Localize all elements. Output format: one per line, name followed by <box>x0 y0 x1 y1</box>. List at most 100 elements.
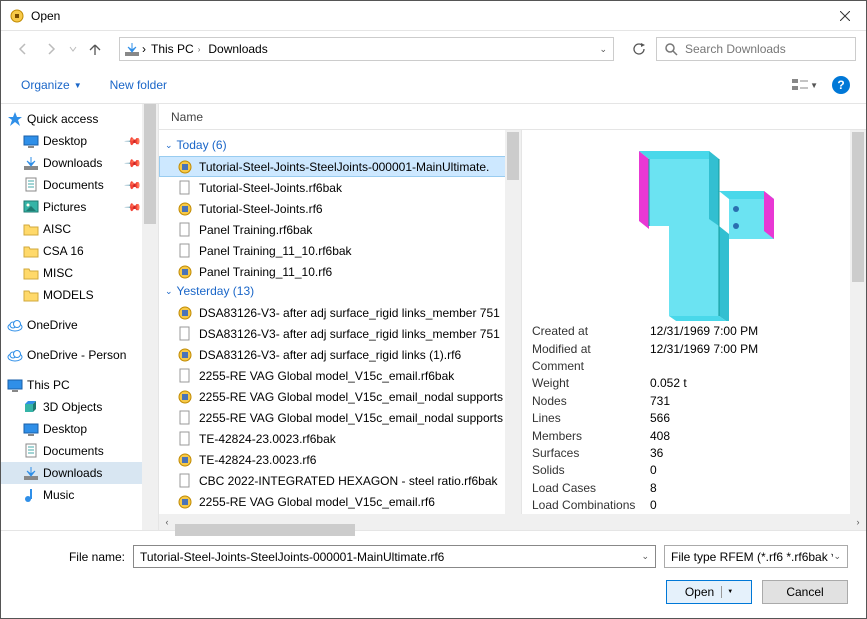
file-icon <box>177 473 193 489</box>
filename-label: File name: <box>61 550 125 564</box>
forward-button[interactable] <box>39 37 63 61</box>
chevron-down-icon[interactable]: ⌄ <box>593 44 613 55</box>
column-header-name[interactable]: Name <box>159 104 866 130</box>
tree-onedrive-personal[interactable]: OneDrive - Person <box>1 344 158 366</box>
file-item[interactable]: 2255-RE VAG Global model_V15c_email.rf6b… <box>159 365 521 386</box>
prop-loadcases: 8 <box>650 481 657 495</box>
footer: File name: Tutorial-Steel-Joints-SteelJo… <box>1 531 866 618</box>
help-button[interactable]: ? <box>832 76 850 94</box>
file-icon <box>177 222 193 238</box>
file-icon <box>177 389 193 405</box>
tree-downloads[interactable]: Downloads📌 <box>1 152 158 174</box>
search-input[interactable]: Search Downloads <box>656 37 856 61</box>
pin-icon: 📌 <box>124 132 143 151</box>
file-group[interactable]: ⌄Yesterday (13) <box>159 282 521 302</box>
file-item[interactable]: CBC 2022-INTEGRATED HEXAGON - steel rati… <box>159 470 521 491</box>
file-icon <box>177 180 193 196</box>
file-item[interactable]: Panel Training_11_10.rf6bak <box>159 240 521 261</box>
file-item[interactable]: Tutorial-Steel-Joints.rf6 <box>159 198 521 219</box>
file-icon <box>177 410 193 426</box>
up-button[interactable] <box>83 37 107 61</box>
file-icon <box>177 347 193 363</box>
tree-desktop2[interactable]: Desktop <box>1 418 158 440</box>
address-bar[interactable]: › This PC› Downloads ⌄ <box>119 37 614 61</box>
tree-pictures[interactable]: Pictures📌 <box>1 196 158 218</box>
file-list[interactable]: ⌄Today (6)Tutorial-Steel-Joints-SteelJoi… <box>159 130 521 514</box>
app-icon <box>9 8 25 24</box>
nav-toolbar: › This PC› Downloads ⌄ Search Downloads <box>1 31 866 67</box>
file-item[interactable]: TE-42824-23.0023.rf6bak <box>159 428 521 449</box>
command-bar: Organize▼ New folder ▼ ? <box>1 67 866 103</box>
open-button[interactable]: Open▼ <box>666 580 752 604</box>
prop-weight: 0.052 t <box>650 376 687 390</box>
file-icon <box>177 305 193 321</box>
file-icon <box>177 243 193 259</box>
horizontal-scrollbar[interactable]: ‹› <box>159 514 866 530</box>
tree-downloads2[interactable]: Downloads <box>1 462 158 484</box>
pin-icon: 📌 <box>124 154 143 173</box>
tree-scrollbar[interactable] <box>142 104 158 530</box>
files-scrollbar[interactable] <box>505 130 521 514</box>
nav-tree[interactable]: Quick access Desktop📌 Downloads📌 Documen… <box>1 104 159 530</box>
details-scrollbar[interactable] <box>850 130 866 514</box>
preview-thumbnail <box>522 130 866 322</box>
prop-lines: 566 <box>650 411 670 425</box>
path-this-pc[interactable]: This PC› <box>148 42 203 56</box>
tree-aisc[interactable]: AISC <box>1 218 158 240</box>
prop-surfaces: 36 <box>650 446 663 460</box>
view-menu[interactable]: ▼ <box>792 78 818 92</box>
tree-3d-objects[interactable]: 3D Objects <box>1 396 158 418</box>
tree-music[interactable]: Music <box>1 484 158 506</box>
pin-icon: 📌 <box>124 176 143 195</box>
back-button[interactable] <box>11 37 35 61</box>
filename-input[interactable]: Tutorial-Steel-Joints-SteelJoints-000001… <box>133 545 656 568</box>
file-icon <box>177 326 193 342</box>
path-downloads[interactable]: Downloads <box>205 42 270 56</box>
file-item[interactable]: Tutorial-Steel-Joints-SteelJoints-000001… <box>159 156 521 177</box>
file-item[interactable]: DSA83126-V3- after adj surface_rigid lin… <box>159 344 521 365</box>
file-item[interactable]: 2255-RE VAG Global model_V15c_email.rf6 <box>159 491 521 512</box>
file-icon <box>177 452 193 468</box>
tree-desktop[interactable]: Desktop📌 <box>1 130 158 152</box>
tree-models[interactable]: MODELS <box>1 284 158 306</box>
tree-documents[interactable]: Documents📌 <box>1 174 158 196</box>
tree-documents2[interactable]: Documents <box>1 440 158 462</box>
tree-this-pc[interactable]: This PC <box>1 374 158 396</box>
file-item[interactable]: 2255-RE VAG Global model_V15c_email_noda… <box>159 386 521 407</box>
file-item[interactable]: TE-42824-23.0023.rf6 <box>159 449 521 470</box>
organize-menu[interactable]: Organize▼ <box>17 74 86 96</box>
file-item[interactable]: DSA83126-V3- after adj surface_rigid lin… <box>159 302 521 323</box>
tree-csa16[interactable]: CSA 16 <box>1 240 158 262</box>
file-icon <box>177 264 193 280</box>
refresh-button[interactable] <box>626 37 652 61</box>
tree-onedrive[interactable]: OneDrive <box>1 314 158 336</box>
file-item[interactable]: Tutorial-Steel-Joints.rf6bak <box>159 177 521 198</box>
preview-pane: Created at12/31/1969 7:00 PM Modified at… <box>521 130 866 514</box>
new-folder-button[interactable]: New folder <box>106 74 171 96</box>
drive-icon <box>124 41 140 57</box>
file-item[interactable]: Panel Training_11_10.rf6 <box>159 261 521 282</box>
file-item[interactable]: DSA83126-V3- after adj surface_rigid lin… <box>159 323 521 344</box>
search-icon <box>663 41 679 57</box>
close-button[interactable] <box>824 1 866 31</box>
pin-icon: 📌 <box>124 198 143 217</box>
window-title: Open <box>31 9 60 23</box>
filetype-dropdown[interactable]: File type RFEM (*.rf6 *.rf6bak *.r ⌄ <box>664 545 848 568</box>
tree-quick-access[interactable]: Quick access <box>1 108 158 130</box>
file-item[interactable]: Panel Training.rf6bak <box>159 219 521 240</box>
file-icon <box>177 201 193 217</box>
file-icon <box>177 494 193 510</box>
prop-nodes: 731 <box>650 394 670 408</box>
cancel-button[interactable]: Cancel <box>762 580 848 604</box>
tree-misc[interactable]: MISC <box>1 262 158 284</box>
titlebar: Open <box>1 1 866 31</box>
file-icon <box>177 159 193 175</box>
file-group[interactable]: ⌄Today (6) <box>159 136 521 156</box>
file-item[interactable]: 2255-RE VAG Global model_V15c_email_noda… <box>159 407 521 428</box>
recent-dropdown[interactable] <box>67 37 79 61</box>
prop-modified: 12/31/1969 7:00 PM <box>650 342 758 356</box>
file-icon <box>177 431 193 447</box>
prop-solids: 0 <box>650 463 657 477</box>
prop-loadcomb: 0 <box>650 498 657 512</box>
file-icon <box>177 368 193 384</box>
